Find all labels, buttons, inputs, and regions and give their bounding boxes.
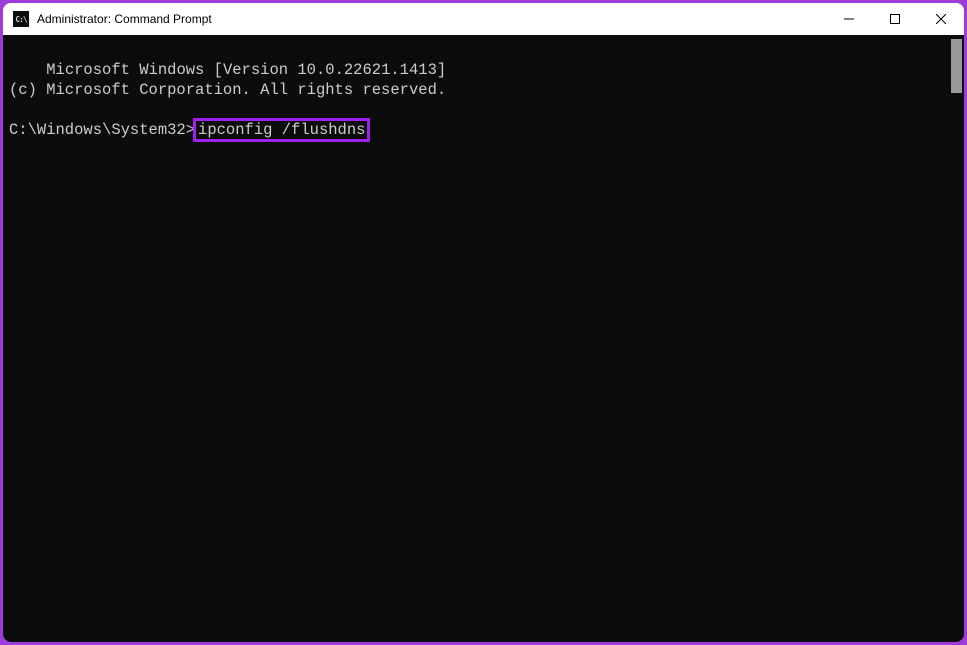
window-controls	[826, 3, 964, 35]
close-icon	[936, 14, 946, 24]
cmd-icon: C:\	[13, 11, 29, 27]
minimize-icon	[844, 14, 854, 24]
scrollbar-thumb[interactable]	[951, 39, 962, 93]
maximize-button[interactable]	[872, 3, 918, 35]
titlebar[interactable]: C:\ Administrator: Command Prompt	[3, 3, 964, 35]
minimize-button[interactable]	[826, 3, 872, 35]
window-title: Administrator: Command Prompt	[37, 12, 826, 26]
terminal-output[interactable]: Microsoft Windows [Version 10.0.22621.14…	[3, 35, 964, 642]
version-line: Microsoft Windows [Version 10.0.22621.14…	[46, 61, 446, 79]
highlighted-command: ipconfig /flushdns	[193, 118, 370, 142]
command-prompt-window: C:\ Administrator: Command Prompt Mi	[3, 3, 964, 642]
close-button[interactable]	[918, 3, 964, 35]
copyright-line: (c) Microsoft Corporation. All rights re…	[9, 81, 446, 99]
prompt-path: C:\Windows\System32>	[9, 121, 195, 139]
maximize-icon	[890, 14, 900, 24]
